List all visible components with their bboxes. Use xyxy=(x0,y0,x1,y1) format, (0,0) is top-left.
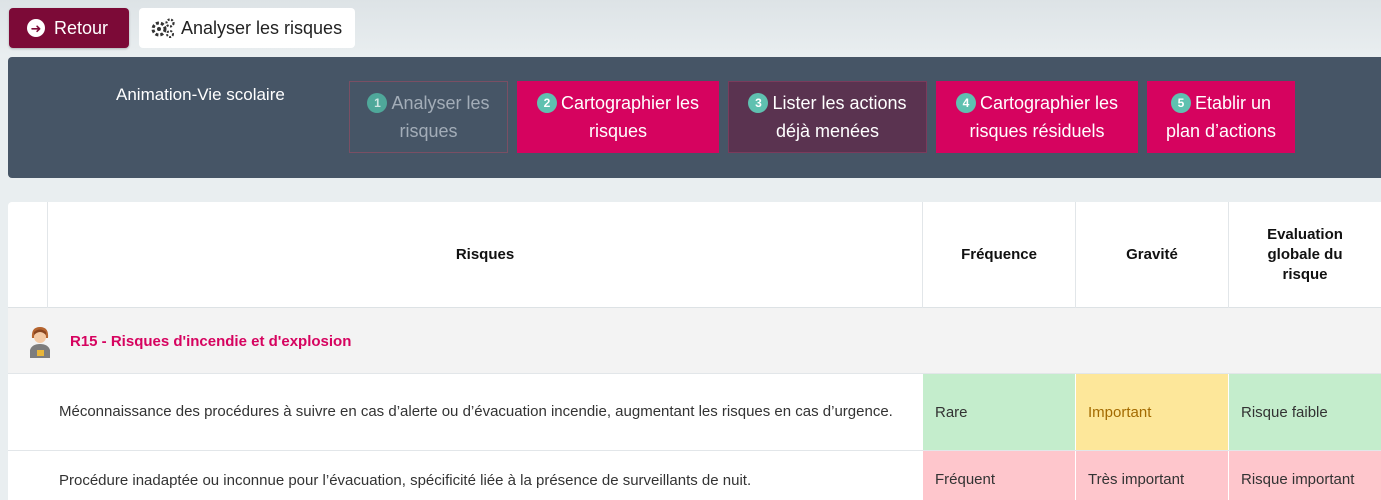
risk-group-row[interactable]: R15 - Risques d'incendie et d'explosion xyxy=(8,308,1381,374)
school-name: Animation-Vie scolaire xyxy=(116,85,285,104)
table-row[interactable]: Procédure inadaptée ou inconnue pour l’é… xyxy=(8,451,1381,500)
step-analyser-risques[interactable]: 1 Analyser les risques xyxy=(349,81,508,153)
worker-avatar-icon xyxy=(30,327,50,358)
back-button[interactable]: ➜ Retour xyxy=(9,8,129,48)
step-label-line2: risques xyxy=(399,121,458,141)
back-button-label: Retour xyxy=(54,17,109,38)
gears-icon xyxy=(151,18,175,38)
step-label-line2: déjà menées xyxy=(775,121,880,141)
step-label-line1: Etablir un xyxy=(1194,93,1272,113)
step-cartographier-residuels[interactable]: 4 Cartographier les risques résiduels xyxy=(936,81,1138,153)
column-header-frequence: Fréquence xyxy=(961,245,1037,263)
frequency-cell: Fréquent xyxy=(923,451,1075,500)
arrow-left-circle-icon: ➜ xyxy=(27,19,45,37)
column-header-risques: Risques xyxy=(455,245,515,263)
step-cartographier-risques[interactable]: 2 Cartographier les risques xyxy=(517,81,719,153)
page-title-text: Analyser les risques xyxy=(181,17,343,38)
severity-cell: Très important xyxy=(1076,451,1228,500)
evaluation-cell: Risque important xyxy=(1229,451,1381,500)
risk-description: Méconnaissance des procédures à suivre e… xyxy=(59,403,893,420)
step-number: 4 xyxy=(955,93,976,113)
step-label-line2: plan d’actions xyxy=(1165,121,1277,141)
column-header-evaluation: Evaluation globale du risque xyxy=(1267,225,1343,283)
evaluation-cell: Risque faible xyxy=(1229,374,1381,450)
step-label-line2: risques xyxy=(588,121,647,141)
risk-description: Procédure inadaptée ou inconnue pour l’é… xyxy=(59,472,752,489)
severity-cell: Important xyxy=(1076,374,1228,450)
step-number: 2 xyxy=(536,93,557,113)
step-plan-actions[interactable]: 5 Etablir un plan d’actions xyxy=(1147,81,1295,153)
step-label-line2: risques résiduels xyxy=(969,121,1105,141)
step-lister-actions[interactable]: 3 Lister les actions déjà menées xyxy=(728,81,927,153)
step-number: 1 xyxy=(367,93,388,113)
step-label-line1: Analyser les xyxy=(391,93,490,113)
page-title: Analyser les risques xyxy=(139,8,355,48)
table-header: Risques Fréquence Gravité Evaluation glob… xyxy=(8,202,1381,308)
step-label-line1: Cartographier les xyxy=(979,93,1119,113)
step-label-line1: Lister les actions xyxy=(772,93,907,113)
frequency-cell: Rare xyxy=(923,374,1075,450)
table-row[interactable]: Méconnaissance des procédures à suivre e… xyxy=(8,374,1381,451)
risk-table: Risques Fréquence Gravité Evaluation glob… xyxy=(8,202,1381,500)
column-header-gravite: Gravité xyxy=(1126,245,1178,263)
step-label-line1: Cartographier les xyxy=(560,93,700,113)
step-number: 5 xyxy=(1170,93,1191,113)
step-number: 3 xyxy=(748,93,769,113)
risk-group-label: R15 - Risques d'incendie et d'explosion xyxy=(70,332,352,350)
